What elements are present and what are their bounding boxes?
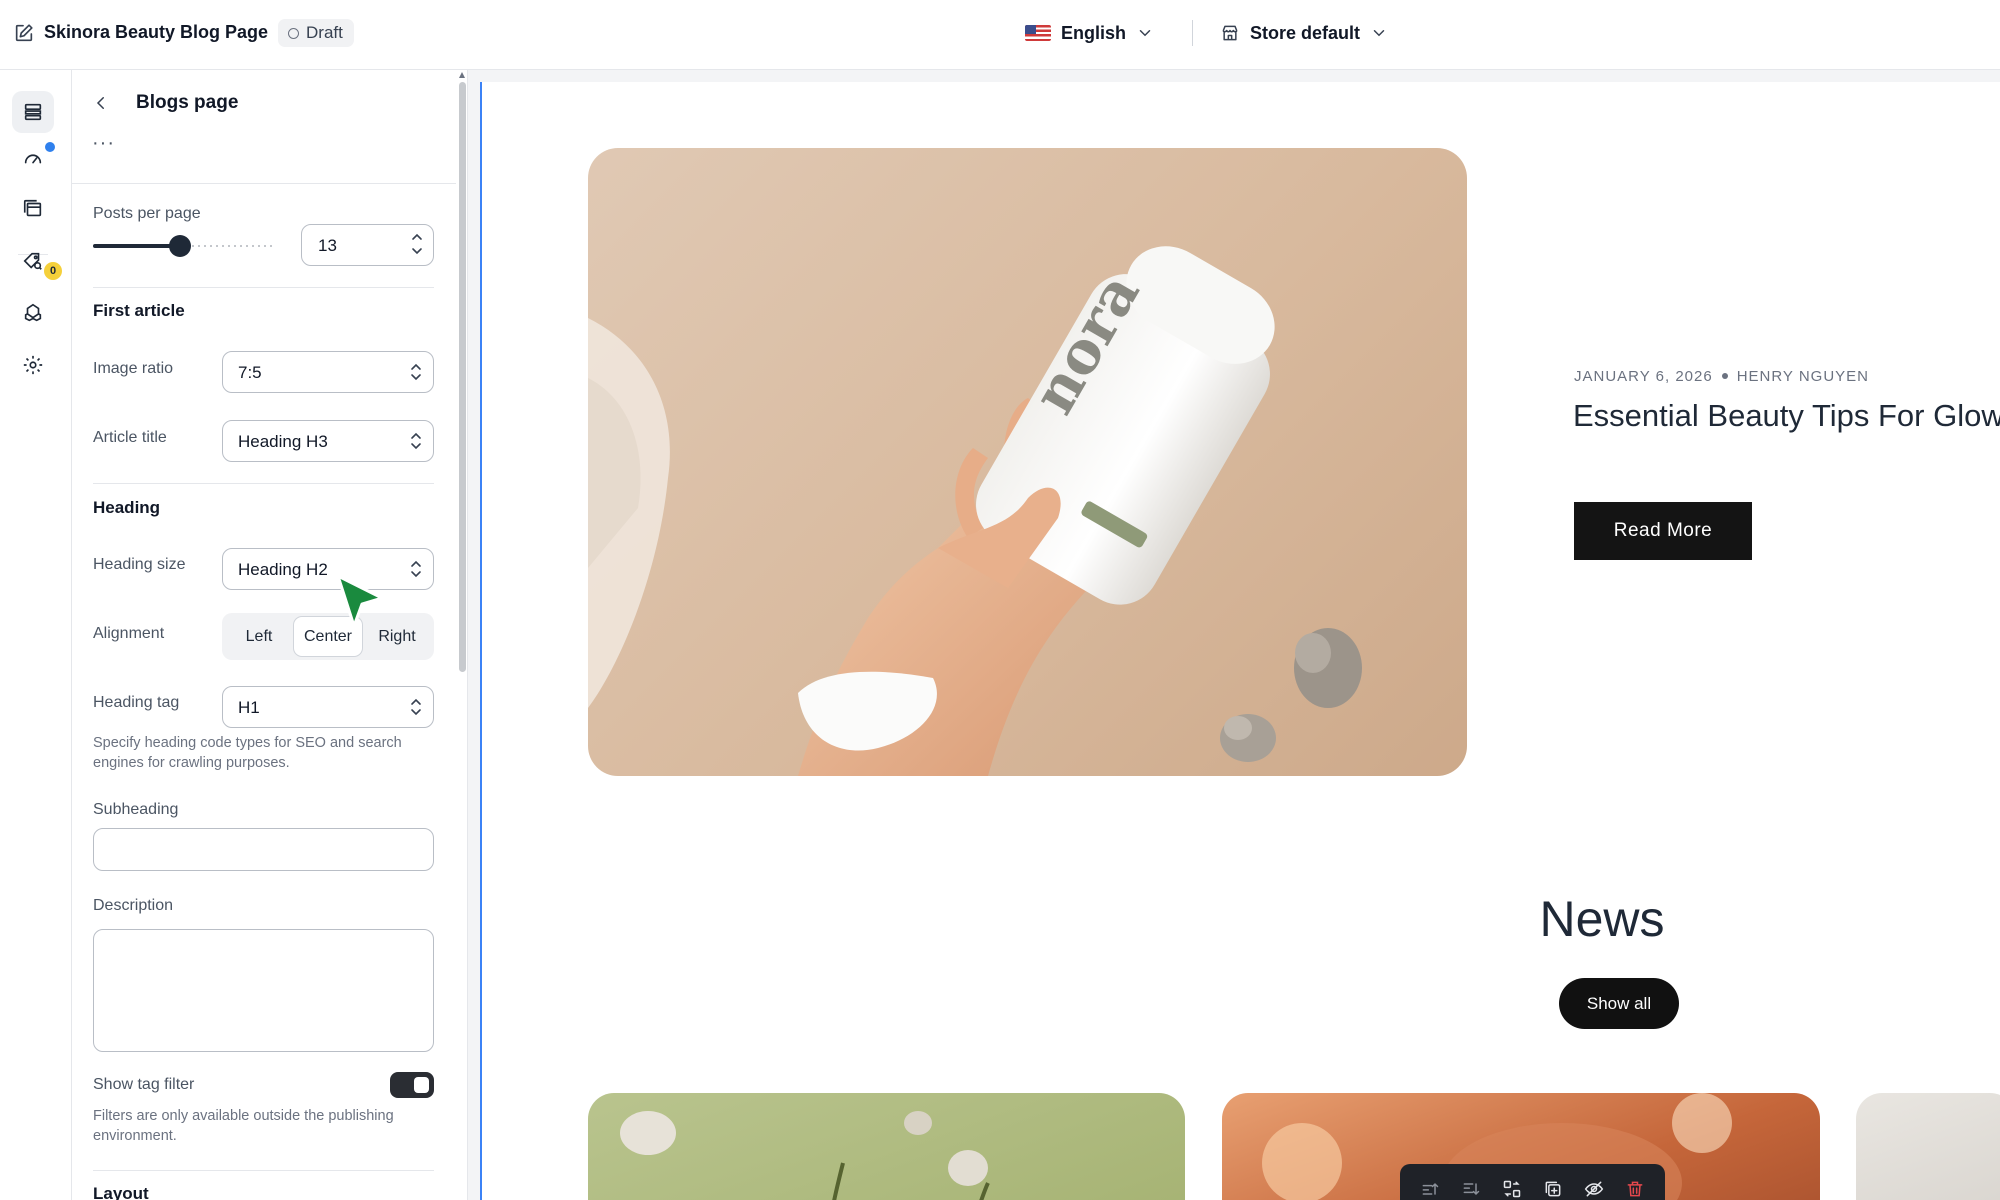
apps-button[interactable] — [12, 292, 54, 334]
alignment-left-option[interactable]: Left — [228, 617, 290, 656]
edit-page-icon[interactable] — [13, 22, 35, 44]
status-badge: Draft — [278, 19, 354, 47]
heading-tag-select[interactable]: H1 — [222, 686, 434, 728]
sections-button[interactable] — [12, 91, 54, 133]
description-textarea[interactable] — [93, 929, 434, 1052]
store-label: Store default — [1250, 22, 1361, 43]
tag-search-icon — [23, 252, 42, 270]
posts-per-page-slider-track[interactable] — [180, 245, 275, 247]
image-ratio-label: Image ratio — [93, 360, 174, 377]
apps-icon — [24, 303, 42, 322]
article-title-value: Heading H3 — [238, 432, 328, 451]
news-heading: News — [1539, 891, 1665, 947]
back-arrow-icon[interactable] — [92, 94, 110, 112]
sections-icon — [24, 103, 42, 121]
heading-section-title: Heading — [93, 498, 161, 517]
scroll-up-arrow-icon[interactable] — [459, 72, 465, 78]
duplicate-icon[interactable] — [1543, 1179, 1563, 1199]
stepper-arrows-icon[interactable] — [410, 229, 424, 259]
us-flag-icon — [1025, 25, 1051, 41]
article-title-select[interactable]: Heading H3 — [222, 420, 434, 462]
more-options-icon[interactable]: ··· — [92, 133, 115, 153]
notification-dot — [45, 142, 55, 152]
select-arrows-icon — [411, 432, 421, 450]
select-arrows-icon — [411, 560, 421, 578]
language-selector[interactable]: English — [1025, 18, 1154, 48]
article-meta: JANUARY 6, 2026 HENRY NGUYEN — [1574, 368, 1869, 385]
hide-icon[interactable] — [1584, 1179, 1604, 1199]
alignment-label: Alignment — [93, 625, 165, 642]
heading-size-label: Heading size — [93, 556, 186, 573]
first-article-heading: First article — [93, 301, 185, 320]
divider — [93, 483, 434, 484]
templates-icon — [23, 199, 42, 217]
product-photo: nora — [588, 246, 1362, 776]
icon-rail: 0 — [0, 70, 72, 1200]
top-bar: Skinora Beauty Blog Page Draft English S… — [0, 0, 2000, 70]
image-ratio-select[interactable]: 7:5 — [222, 351, 434, 393]
description-label: Description — [93, 897, 174, 914]
swap-icon[interactable] — [1502, 1179, 1522, 1199]
article-author: HENRY NGUYEN — [1736, 368, 1869, 385]
layout-section-title: Layout — [93, 1184, 149, 1200]
show-tag-filter-help-text: Filters are only available outside the p… — [93, 1108, 394, 1144]
subheading-label: Subheading — [93, 801, 179, 818]
move-up-icon[interactable] — [1420, 1179, 1440, 1199]
article-card-image[interactable] — [588, 1093, 1185, 1200]
speed-gauge-icon — [24, 154, 42, 164]
select-arrows-icon — [411, 698, 421, 716]
topbar-divider — [1192, 20, 1193, 46]
featured-article-image[interactable]: nora — [588, 148, 1467, 776]
subheading-input[interactable] — [93, 828, 434, 871]
heading-size-select[interactable]: Heading H2 — [222, 548, 434, 590]
posts-per-page-label: Posts per page — [93, 205, 201, 222]
heading-size-value: Heading H2 — [238, 560, 328, 579]
article-date: JANUARY 6, 2026 — [1574, 368, 1713, 385]
featured-article-title[interactable]: Essential Beauty Tips For Glowing — [1573, 398, 2000, 434]
article-card-image[interactable] — [1856, 1093, 2000, 1200]
gear-icon — [23, 355, 43, 375]
posts-per-page-value: 13 — [318, 236, 337, 255]
heading-tag-label: Heading tag — [93, 694, 180, 711]
heading-tag-help-text: Specify heading code types for SEO and s… — [93, 735, 402, 771]
chevron-down-icon — [1139, 30, 1151, 37]
heading-tag-value: H1 — [238, 698, 260, 717]
alignment-segmented-control: Left Center Right — [222, 613, 434, 660]
notification-count-badge: 0 — [44, 262, 62, 280]
divider — [72, 183, 456, 184]
language-label: English — [1061, 22, 1127, 43]
store-icon — [1222, 25, 1238, 41]
chevron-down-icon — [1373, 30, 1385, 37]
settings-button[interactable] — [12, 344, 54, 386]
panel-title: Blogs page — [136, 92, 239, 113]
divider — [93, 287, 434, 288]
bullet-separator — [1721, 372, 1728, 379]
posts-per-page-slider-fill — [93, 244, 181, 248]
mouse-cursor-icon — [336, 574, 384, 628]
image-ratio-value: 7:5 — [238, 363, 262, 382]
block-toolbar — [1400, 1164, 1665, 1200]
move-down-icon[interactable] — [1461, 1179, 1481, 1199]
scrollbar-thumb[interactable] — [459, 82, 466, 672]
store-selector[interactable]: Store default — [1220, 18, 1388, 48]
templates-button[interactable] — [12, 188, 54, 230]
preview-area: nora JANUARY 6, 2026 HENRY NGUYEN Essenti… — [468, 70, 2000, 1200]
posts-per-page-slider-handle[interactable] — [169, 235, 192, 257]
select-arrows-icon — [411, 363, 421, 381]
settings-panel: Blogs page ··· Posts per page 13 First a… — [72, 70, 456, 1200]
posts-per-page-input[interactable]: 13 — [301, 224, 434, 266]
article-title-label: Article title — [93, 429, 167, 446]
show-all-button[interactable]: Show all — [1559, 978, 1679, 1029]
draft-dot-icon — [288, 27, 299, 39]
divider — [93, 1170, 434, 1171]
card-photo — [620, 1111, 990, 1200]
read-more-button[interactable]: Read More — [1574, 502, 1752, 560]
show-tag-filter-label: Show tag filter — [93, 1076, 195, 1093]
delete-icon[interactable] — [1625, 1179, 1645, 1199]
status-badge-label: Draft — [306, 23, 343, 42]
panel-scrollbar[interactable] — [456, 70, 468, 1200]
page-title: Skinora Beauty Blog Page — [44, 22, 269, 42]
show-tag-filter-toggle[interactable] — [390, 1072, 434, 1098]
preview-canvas: nora JANUARY 6, 2026 HENRY NGUYEN Essenti… — [480, 82, 2000, 1200]
